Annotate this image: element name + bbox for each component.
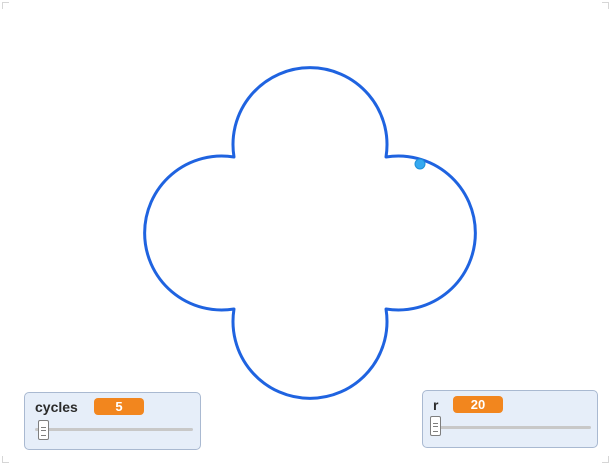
- four-lobed-curve: [143, 66, 477, 400]
- monitor-label: cycles: [35, 399, 78, 415]
- slider-handle[interactable]: [430, 416, 441, 436]
- monitor-value: 5: [94, 398, 144, 415]
- slider-handle[interactable]: [38, 420, 49, 440]
- variable-monitor-r[interactable]: r 20: [422, 390, 598, 448]
- monitor-label: r: [433, 397, 439, 413]
- variable-monitor-cycles[interactable]: cycles 5: [24, 392, 201, 450]
- slider-track[interactable]: [433, 426, 591, 429]
- stage[interactable]: cycles 5 r 20: [0, 0, 611, 465]
- monitor-value: 20: [453, 396, 503, 413]
- slider-track[interactable]: [35, 428, 193, 431]
- sprite-dot[interactable]: [414, 158, 426, 170]
